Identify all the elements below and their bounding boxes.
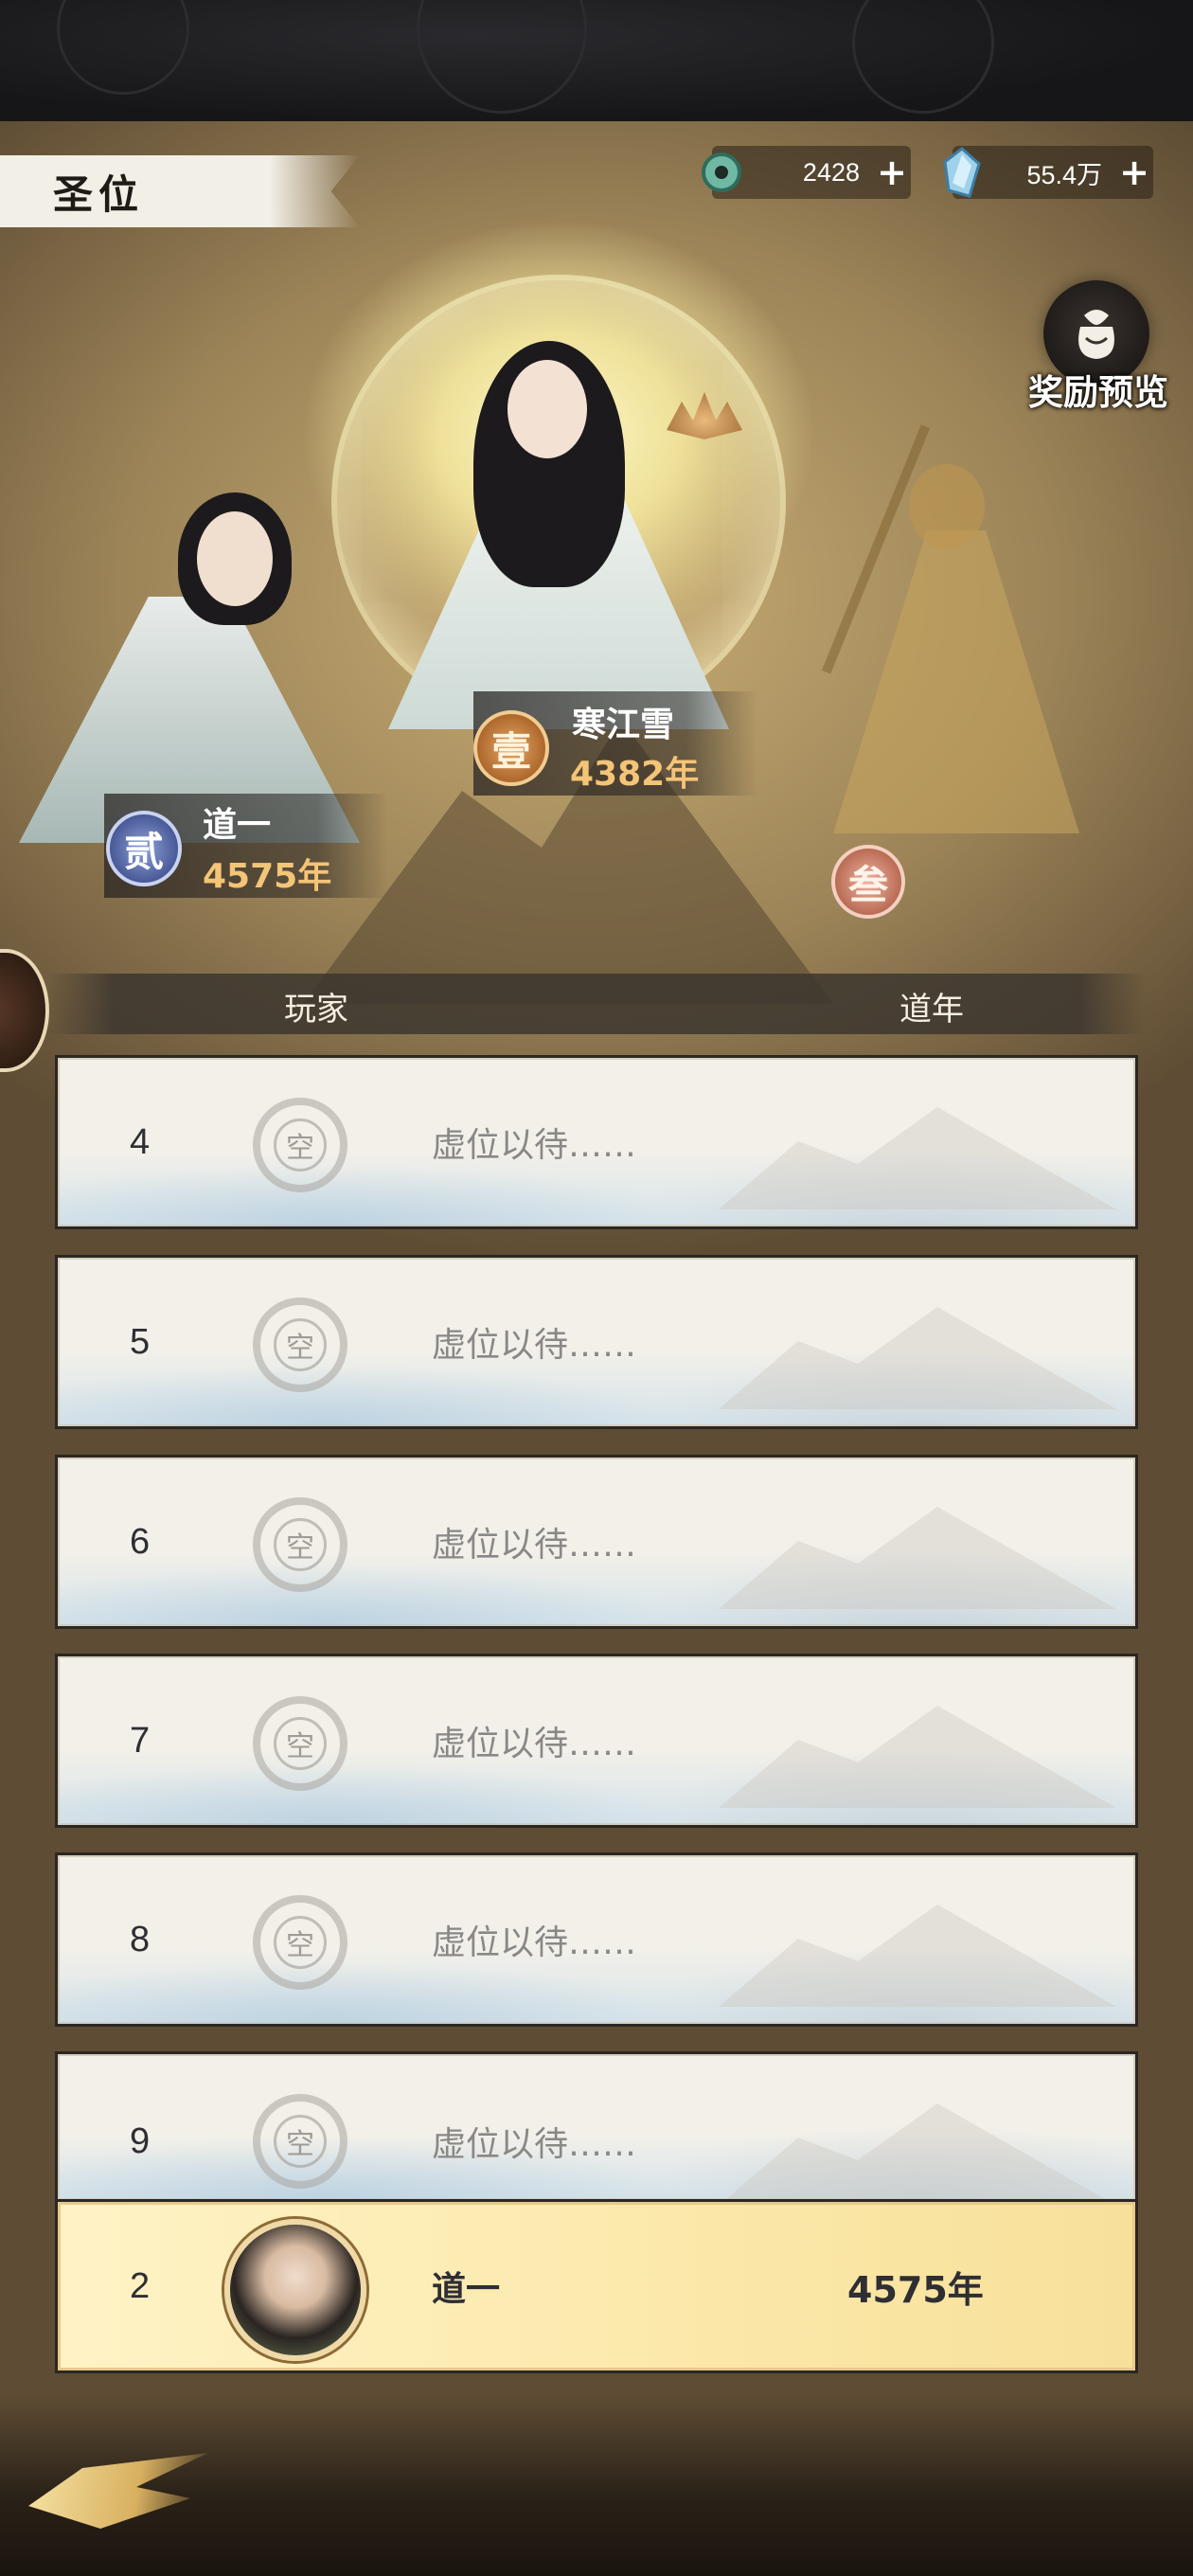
add-crystal-button[interactable]: + [1115,152,1153,193]
first-place-name: 寒江雪 [572,706,675,744]
empty-seat-icon: 空 [253,2094,347,2189]
my-avatar[interactable] [224,2219,366,2361]
my-rank: 2 [130,2265,151,2306]
second-place-years: 4575年 [203,857,332,896]
row-player-name: 虚位以待…… [432,1126,637,1165]
third-place-medal: 叁 [831,845,905,919]
leaderboard-row[interactable]: 9 空 虚位以待…… [55,2051,1138,2206]
empty-seat-icon: 空 [253,1497,347,1592]
empty-seat-icon: 空 [253,1895,347,1990]
row-player-name: 虚位以待…… [432,1526,637,1565]
currency-crystal[interactable]: 55.4万 + [943,146,1153,199]
row-rank: 6 [130,1521,151,1562]
reward-preview-button[interactable]: 奖励预览 [1021,364,1176,415]
row-rank: 8 [130,1919,151,1959]
empty-seat-icon: 空 [253,1696,347,1791]
my-player-name: 道一 [432,2270,501,2309]
status-bar-area [0,0,1193,121]
my-rank-row[interactable]: 2 道一 4575年 [55,2199,1138,2373]
currency-jade-value: 2428 [802,157,860,187]
row-rank: 4 [130,1121,151,1162]
leaderboard-row[interactable]: 4 空 虚位以待…… [55,1055,1138,1229]
leaderboard-row[interactable]: 7 空 虚位以待…… [55,1654,1138,1828]
page-title: 圣位 [53,171,145,218]
first-place-years: 4382年 [570,755,700,794]
jade-coin-icon [697,148,746,197]
empty-seat-icon: 空 [253,1098,347,1192]
row-player-name: 虚位以待…… [432,1923,637,1962]
row-rank: 5 [130,1321,151,1362]
column-header-player: 玩家 [284,991,348,1029]
currency-jade[interactable]: 2428 + [702,146,911,199]
second-place-medal: 贰 [106,811,182,886]
row-player-name: 虚位以待…… [432,1725,637,1763]
second-place-name: 道一 [203,806,272,845]
add-jade-button[interactable]: + [873,152,911,193]
leaderboard-header [47,974,1146,1034]
leaderboard-row[interactable]: 8 空 虚位以待…… [55,1852,1138,2027]
currency-crystal-value: 55.4万 [1026,160,1102,189]
spirit-crystal-icon [937,147,987,198]
my-years: 4575年 [847,2268,984,2311]
row-rank: 7 [130,1720,151,1761]
leaderboard-row[interactable]: 5 空 虚位以待…… [55,1255,1138,1429]
column-header-years: 道年 [899,991,964,1029]
leaderboard-row[interactable]: 6 空 虚位以待…… [55,1455,1138,1629]
bottom-fade [0,2396,1193,2576]
first-place-medal: 壹 [473,710,549,786]
empty-seat-icon: 空 [253,1297,347,1392]
row-player-name: 虚位以待…… [432,1326,637,1365]
